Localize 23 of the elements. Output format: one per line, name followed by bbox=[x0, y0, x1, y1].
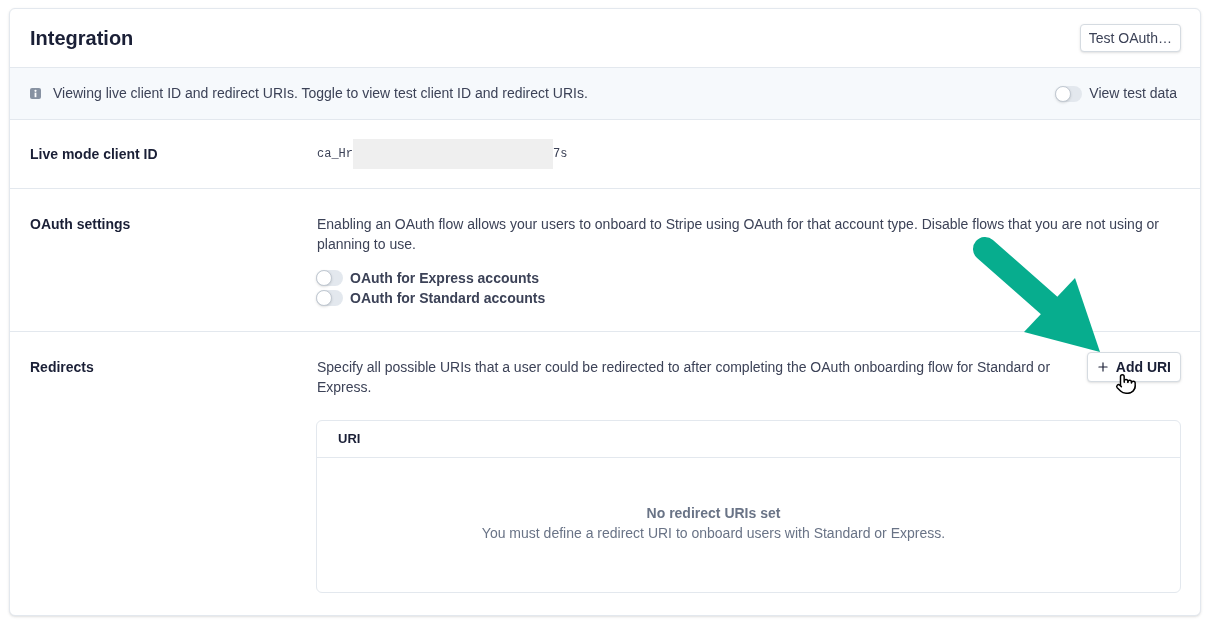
empty-state-title: No redirect URIs set bbox=[646, 504, 781, 523]
toggle-switch[interactable] bbox=[316, 290, 343, 306]
page-title: Integration bbox=[30, 26, 134, 51]
info-icon bbox=[30, 88, 41, 99]
toggle-label: OAuth for Express accounts bbox=[350, 268, 540, 288]
toggle-switch[interactable] bbox=[1055, 85, 1083, 102]
client-id-text: 7s bbox=[553, 146, 568, 163]
field-label: OAuth settings bbox=[30, 215, 132, 234]
toggle-switch[interactable] bbox=[316, 270, 343, 286]
description-text: Specify all possible URIs that a user could be redirected to after completing the OAuth onboarding flow for Standard or Express. bbox=[317, 358, 1052, 397]
empty-state-message: You must define a redirect URI to onboard users with Standard or Express. bbox=[481, 524, 946, 543]
notice-text: Viewing live client ID and redirect URIs. Toggle to view test client ID and redirect URIs. bbox=[53, 84, 588, 103]
description-text: Enabling an OAuth flow allows your users to onboard to Stripe using OAuth for that account type. Disable flows that you are not using or planning to use. bbox=[317, 215, 1161, 254]
client-id-text: ca_Hr bbox=[317, 146, 353, 163]
test-oauth-button[interactable]: Test OAuth… bbox=[1079, 24, 1181, 52]
column-header: URI bbox=[338, 430, 361, 449]
field-label: Live mode client ID bbox=[30, 144, 159, 164]
toggle-label: View test data bbox=[1089, 84, 1177, 103]
toggle-label: OAuth for Standard accounts bbox=[350, 288, 546, 308]
plus-icon bbox=[1095, 360, 1110, 374]
field-label: Redirects bbox=[30, 358, 95, 377]
hand-cursor-icon bbox=[1115, 373, 1137, 395]
add-uri-button[interactable]: Add URI bbox=[1086, 352, 1181, 382]
